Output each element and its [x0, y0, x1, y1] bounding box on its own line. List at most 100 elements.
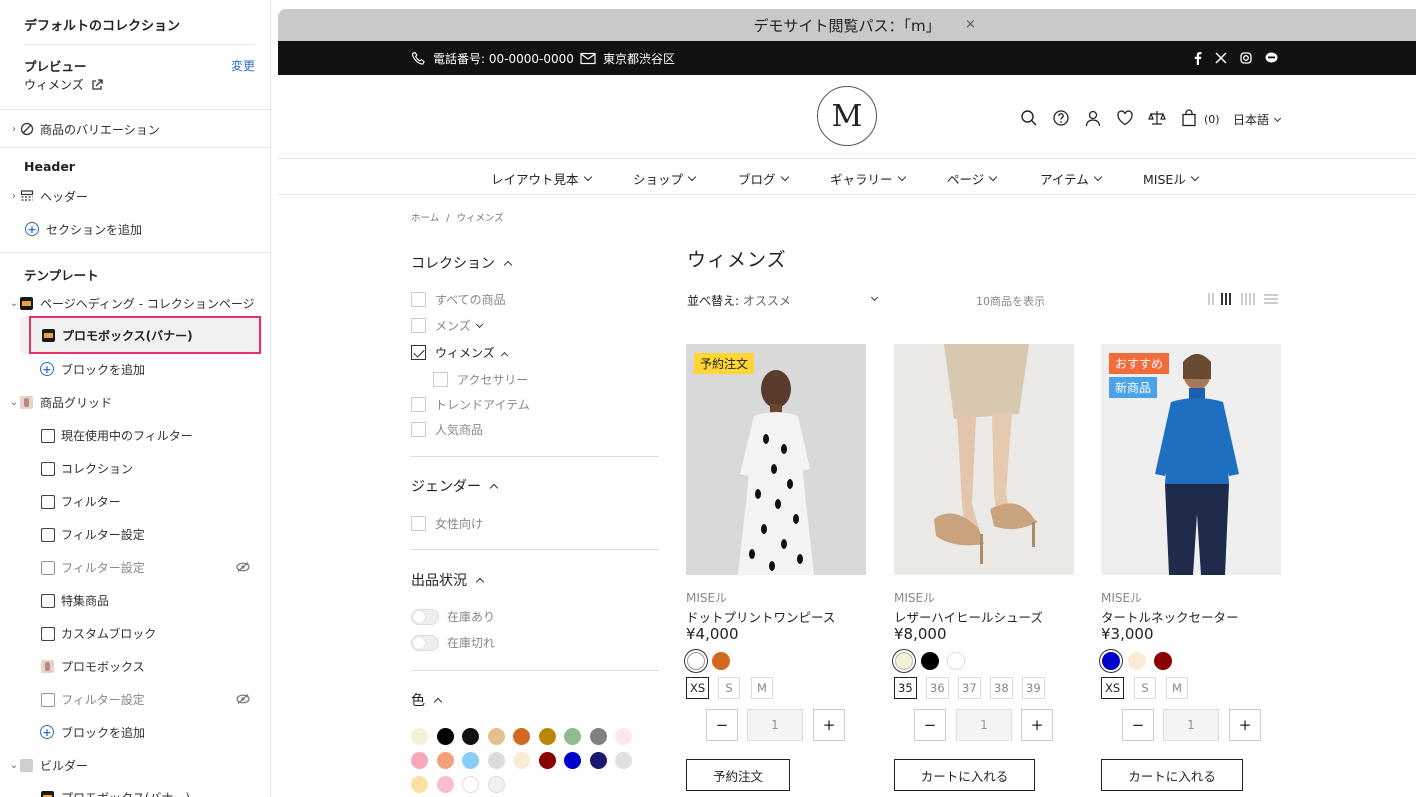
color-swatch[interactable]: [487, 752, 505, 769]
eye-slash-icon[interactable]: [236, 562, 250, 572]
line-icon[interactable]: [1265, 52, 1278, 64]
product-name[interactable]: レザーハイヒールシューズ: [894, 607, 1043, 626]
qty-input[interactable]: 1: [1163, 709, 1219, 741]
instagram-icon[interactable]: [1240, 52, 1252, 64]
qty-plus-button[interactable]: +: [1021, 709, 1053, 741]
filter-heading-gender[interactable]: ジェンダー: [411, 476, 497, 496]
filter-heading-stock[interactable]: 出品状況: [411, 570, 483, 590]
nav-item[interactable]: ショップ: [633, 169, 695, 188]
sidebar-item-builder[interactable]: ⌄ ビルダー: [0, 750, 270, 780]
filter-checkbox[interactable]: トレンドアイテム: [411, 396, 530, 413]
color-swatch[interactable]: [513, 728, 530, 745]
color-swatch[interactable]: [538, 728, 556, 745]
sidebar-block-item[interactable]: カスタムブロック: [0, 618, 270, 648]
color-swatch[interactable]: [589, 728, 607, 745]
qty-minus-button[interactable]: −: [1122, 709, 1154, 741]
size-option[interactable]: 38: [990, 677, 1013, 699]
size-option[interactable]: 36: [926, 677, 949, 699]
color-swatch[interactable]: [462, 776, 479, 793]
size-option-selected[interactable]: 35: [894, 677, 917, 699]
close-icon[interactable]: ×: [965, 17, 976, 32]
sidebar-block-item[interactable]: プロモボックス: [0, 651, 270, 681]
size-option-selected[interactable]: XS: [1101, 677, 1125, 699]
sidebar-block-item-hidden[interactable]: フィルター設定: [0, 552, 270, 582]
add-block-button[interactable]: + ブロックを追加: [0, 354, 270, 384]
help-icon[interactable]: [1052, 109, 1070, 127]
color-swatch[interactable]: [411, 728, 428, 745]
language-selector[interactable]: 日本語: [1233, 111, 1282, 128]
color-option[interactable]: [921, 652, 939, 670]
color-swatch[interactable]: [615, 728, 632, 745]
stock-toggle[interactable]: 在庫切れ: [411, 634, 495, 651]
size-option[interactable]: M: [1166, 677, 1188, 699]
sidebar-block-item[interactable]: プロモボックス(バナー): [0, 782, 270, 797]
nav-item[interactable]: ページ: [947, 169, 996, 188]
search-icon[interactable]: [1020, 109, 1038, 127]
color-option-selected[interactable]: [895, 652, 913, 670]
eye-slash-icon[interactable]: [236, 694, 250, 704]
size-option[interactable]: S: [718, 677, 740, 699]
filter-checkbox[interactable]: メンズ: [411, 317, 482, 334]
add-block-button[interactable]: + ブロックを追加: [0, 717, 270, 747]
sort-select[interactable]: 並べ替え: オススメ: [687, 292, 791, 309]
color-option[interactable]: [712, 652, 730, 670]
color-swatch[interactable]: [436, 752, 454, 769]
preorder-button[interactable]: 予約注文: [686, 759, 790, 791]
sidebar-block-item[interactable]: フィルター: [0, 486, 270, 516]
filter-heading-color[interactable]: 色: [411, 690, 441, 710]
sidebar-block-item-hidden[interactable]: フィルター設定: [0, 684, 270, 714]
color-swatch[interactable]: [462, 728, 479, 745]
color-swatch[interactable]: [564, 752, 581, 769]
size-option-selected[interactable]: XS: [686, 677, 710, 699]
filter-checkbox-checked[interactable]: ウィメンズ: [411, 344, 507, 361]
size-option[interactable]: S: [1134, 677, 1156, 699]
product-image[interactable]: [686, 344, 866, 575]
product-name[interactable]: タートルネックセーター: [1101, 607, 1239, 626]
color-option[interactable]: [1154, 652, 1172, 670]
size-option[interactable]: 37: [958, 677, 981, 699]
color-swatch[interactable]: [436, 728, 454, 745]
cart-bag-icon[interactable]: [1180, 109, 1198, 127]
preview-value[interactable]: ウィメンズ: [24, 76, 103, 93]
color-swatch[interactable]: [564, 728, 581, 745]
color-swatch[interactable]: [411, 776, 428, 793]
stock-toggle[interactable]: 在庫あり: [411, 608, 495, 625]
qty-input[interactable]: 1: [956, 709, 1012, 741]
qty-minus-button[interactable]: −: [706, 709, 738, 741]
change-link[interactable]: 変更: [231, 57, 255, 74]
sidebar-block-item[interactable]: 特集商品: [0, 585, 270, 615]
color-swatch[interactable]: [436, 776, 454, 793]
sidebar-item-variations[interactable]: › 商品のバリエーション: [0, 114, 270, 144]
nav-item[interactable]: レイアウト見本: [491, 169, 591, 188]
color-swatch[interactable]: [411, 752, 428, 769]
grid-view-toggles[interactable]: [1208, 293, 1283, 305]
sidebar-item-promo-banner[interactable]: プロモボックス(バナー): [29, 316, 261, 354]
product-name[interactable]: ドットプリントワンピース: [686, 607, 835, 626]
add-section-button[interactable]: + セクションを追加: [0, 214, 270, 244]
color-swatch[interactable]: [487, 728, 505, 745]
add-to-cart-button[interactable]: カートに入れる: [894, 759, 1035, 791]
color-swatch[interactable]: [487, 776, 505, 793]
site-logo[interactable]: M: [817, 86, 877, 146]
nav-item[interactable]: MISEル: [1143, 169, 1198, 188]
color-option-selected[interactable]: [687, 652, 705, 670]
qty-minus-button[interactable]: −: [914, 709, 946, 741]
sidebar-item-product-grid[interactable]: ⌄ 商品グリッド: [0, 387, 270, 417]
size-option[interactable]: 39: [1022, 677, 1045, 699]
filter-checkbox[interactable]: すべての商品: [411, 291, 506, 308]
wishlist-heart-icon[interactable]: [1116, 109, 1134, 127]
nav-item[interactable]: ブログ: [738, 169, 788, 188]
sidebar-item-page-heading[interactable]: ⌄ ページヘディング - コレクションページ: [0, 288, 270, 318]
color-swatch[interactable]: [538, 752, 556, 769]
x-icon[interactable]: [1215, 52, 1227, 64]
nav-item[interactable]: アイテム: [1040, 169, 1101, 188]
compare-scale-icon[interactable]: [1148, 109, 1166, 127]
account-icon[interactable]: [1084, 109, 1102, 127]
facebook-icon[interactable]: [1194, 52, 1202, 65]
filter-checkbox[interactable]: 人気商品: [411, 421, 483, 438]
color-swatch[interactable]: [589, 752, 607, 769]
sidebar-item-header[interactable]: › ヘッダー: [0, 181, 270, 211]
sidebar-block-item[interactable]: フィルター設定: [0, 519, 270, 549]
color-option[interactable]: [1128, 652, 1146, 670]
nav-item[interactable]: ギャラリー: [830, 169, 905, 188]
